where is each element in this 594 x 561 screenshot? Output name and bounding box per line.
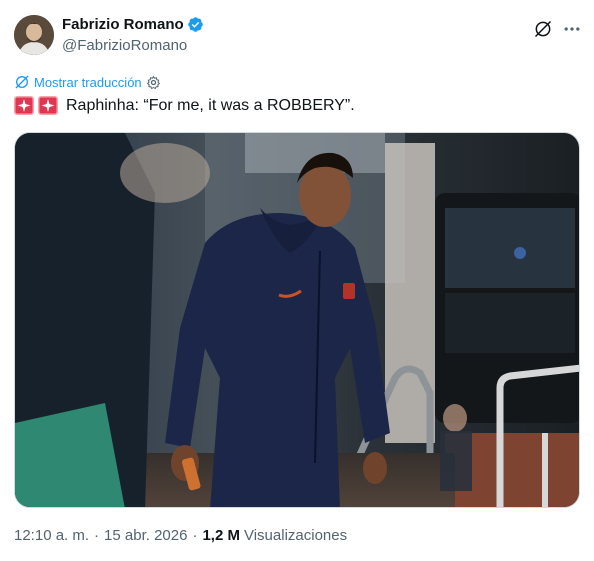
views-count: 1,2 M	[202, 527, 240, 544]
grok-icon[interactable]	[533, 19, 553, 39]
display-name[interactable]: Fabrizio Romano	[62, 16, 184, 33]
tweet-body: Raphinha: “For me, it was a ROBBERY”.	[66, 96, 355, 114]
more-dots-icon[interactable]	[562, 19, 582, 39]
avatar[interactable]	[14, 15, 54, 55]
tweet-date[interactable]: 15 abr. 2026	[104, 527, 187, 544]
media-photo	[15, 133, 579, 507]
translate-label[interactable]: Mostrar traducción	[34, 75, 142, 90]
tweet-text: Raphinha: “For me, it was a ROBBERY”.	[14, 96, 355, 115]
tweet-header: Fabrizio Romano @FabrizioRomano	[14, 15, 580, 59]
rotating-light-emoji-icon	[38, 96, 58, 115]
name-row: Fabrizio Romano	[62, 16, 204, 33]
gear-icon[interactable]	[146, 75, 161, 90]
meta-separator: ·	[192, 527, 198, 544]
translate-icon	[15, 75, 29, 89]
verified-badge-icon	[187, 17, 203, 32]
views-label: Visualizaciones	[243, 527, 348, 544]
handle[interactable]: @FabrizioRomano	[62, 37, 187, 54]
tweet-meta: 12:10 a. m. · 15 abr. 2026 · 1,2 M Visua…	[14, 527, 347, 544]
avatar-image	[14, 15, 54, 55]
translate-link[interactable]: Mostrar traducción	[14, 74, 161, 90]
tweet-time[interactable]: 12:10 a. m.	[14, 527, 89, 544]
meta-separator: ·	[94, 527, 100, 544]
rotating-light-emoji-icon	[14, 96, 34, 115]
tweet-media-photo[interactable]	[14, 132, 580, 508]
